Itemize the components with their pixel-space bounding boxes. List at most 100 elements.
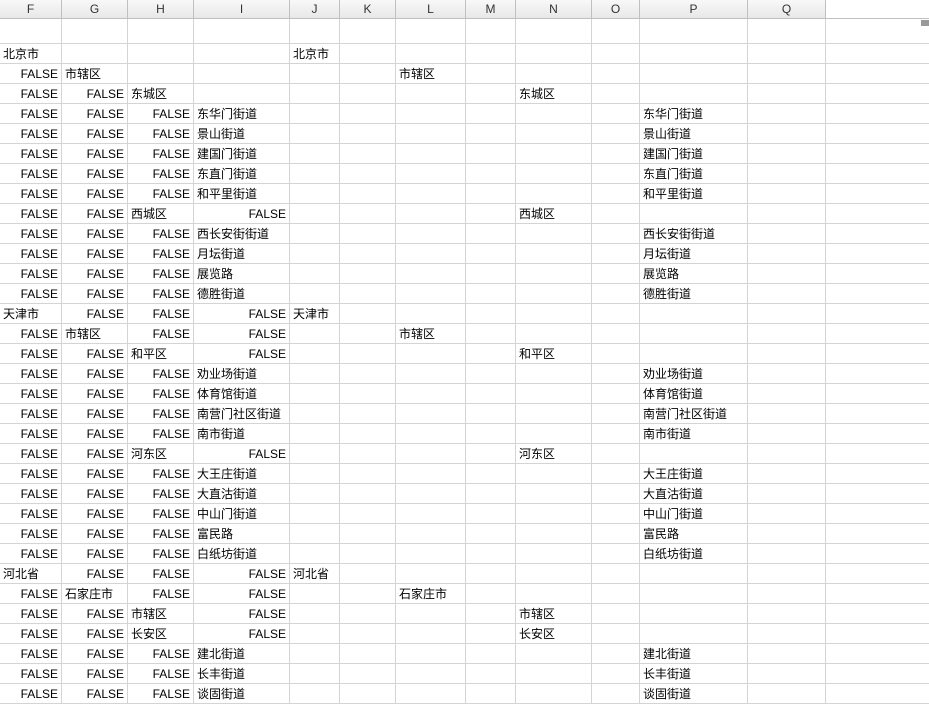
cell-I-32[interactable]: 建北街道: [194, 644, 290, 663]
cell-F-31[interactable]: FALSE: [0, 624, 62, 643]
cell-M-15[interactable]: [466, 304, 516, 323]
cell-F-4[interactable]: FALSE: [0, 84, 62, 103]
cell-J-26[interactable]: [290, 524, 340, 543]
cell-K-20[interactable]: [340, 404, 396, 423]
cell-N-26[interactable]: [516, 524, 592, 543]
cell-L-24[interactable]: [396, 484, 466, 503]
cell-J-16[interactable]: [290, 324, 340, 343]
cell-O-12[interactable]: [592, 244, 640, 263]
cell-Q-30[interactable]: [748, 604, 826, 623]
cell-K-3[interactable]: [340, 64, 396, 83]
cell-M-8[interactable]: [466, 164, 516, 183]
col-header-L[interactable]: L: [396, 0, 466, 18]
cell-L-29[interactable]: 石家庄市: [396, 584, 466, 603]
cell-I-14[interactable]: 德胜街道: [194, 284, 290, 303]
cell-L-14[interactable]: [396, 284, 466, 303]
cell-Q-11[interactable]: [748, 224, 826, 243]
cell-N-20[interactable]: [516, 404, 592, 423]
cell-Q-27[interactable]: [748, 544, 826, 563]
cell-F-5[interactable]: FALSE: [0, 104, 62, 123]
cell-M-28[interactable]: [466, 564, 516, 583]
cell-H-15[interactable]: FALSE: [128, 304, 194, 323]
cell-P-28[interactable]: [640, 564, 748, 583]
cell-F-7[interactable]: FALSE: [0, 144, 62, 163]
cell-K-10[interactable]: [340, 204, 396, 223]
cell-P-23[interactable]: 大王庄街道: [640, 464, 748, 483]
cell-I-22[interactable]: FALSE: [194, 444, 290, 463]
cell-H-10[interactable]: 西城区: [128, 204, 194, 223]
cell-Q-29[interactable]: [748, 584, 826, 603]
cell-J-3[interactable]: [290, 64, 340, 83]
cell-K-19[interactable]: [340, 384, 396, 403]
cell-N-1[interactable]: [516, 19, 592, 43]
cell-P-11[interactable]: 西长安街街道: [640, 224, 748, 243]
cell-M-1[interactable]: [466, 19, 516, 43]
cell-H-11[interactable]: FALSE: [128, 224, 194, 243]
cell-H-12[interactable]: FALSE: [128, 244, 194, 263]
cell-H-30[interactable]: 市辖区: [128, 604, 194, 623]
cell-I-15[interactable]: FALSE: [194, 304, 290, 323]
cell-O-13[interactable]: [592, 264, 640, 283]
cell-H-28[interactable]: FALSE: [128, 564, 194, 583]
cell-O-18[interactable]: [592, 364, 640, 383]
col-header-H[interactable]: H: [128, 0, 194, 18]
cell-Q-10[interactable]: [748, 204, 826, 223]
cell-O-10[interactable]: [592, 204, 640, 223]
cell-L-18[interactable]: [396, 364, 466, 383]
cell-F-13[interactable]: FALSE: [0, 264, 62, 283]
cell-M-17[interactable]: [466, 344, 516, 363]
cell-L-10[interactable]: [396, 204, 466, 223]
cell-I-16[interactable]: FALSE: [194, 324, 290, 343]
cell-L-12[interactable]: [396, 244, 466, 263]
cell-N-9[interactable]: [516, 184, 592, 203]
cell-F-8[interactable]: FALSE: [0, 164, 62, 183]
cell-J-6[interactable]: [290, 124, 340, 143]
cell-F-1[interactable]: [0, 19, 62, 43]
cell-I-10[interactable]: FALSE: [194, 204, 290, 223]
cell-K-24[interactable]: [340, 484, 396, 503]
cell-Q-4[interactable]: [748, 84, 826, 103]
cell-Q-6[interactable]: [748, 124, 826, 143]
cell-L-6[interactable]: [396, 124, 466, 143]
cell-L-28[interactable]: [396, 564, 466, 583]
cell-L-7[interactable]: [396, 144, 466, 163]
cell-F-33[interactable]: FALSE: [0, 664, 62, 683]
cell-I-29[interactable]: FALSE: [194, 584, 290, 603]
cell-N-3[interactable]: [516, 64, 592, 83]
cell-F-11[interactable]: FALSE: [0, 224, 62, 243]
cell-I-8[interactable]: 东直门街道: [194, 164, 290, 183]
cell-H-19[interactable]: FALSE: [128, 384, 194, 403]
cell-J-33[interactable]: [290, 664, 340, 683]
cell-M-4[interactable]: [466, 84, 516, 103]
cell-H-34[interactable]: FALSE: [128, 684, 194, 703]
cell-M-14[interactable]: [466, 284, 516, 303]
cell-K-6[interactable]: [340, 124, 396, 143]
cell-O-3[interactable]: [592, 64, 640, 83]
cell-L-22[interactable]: [396, 444, 466, 463]
cell-H-24[interactable]: FALSE: [128, 484, 194, 503]
cell-F-27[interactable]: FALSE: [0, 544, 62, 563]
cell-G-14[interactable]: FALSE: [62, 284, 128, 303]
cell-I-33[interactable]: 长丰街道: [194, 664, 290, 683]
cell-J-27[interactable]: [290, 544, 340, 563]
cell-P-21[interactable]: 南市街道: [640, 424, 748, 443]
cell-G-8[interactable]: FALSE: [62, 164, 128, 183]
cell-M-32[interactable]: [466, 644, 516, 663]
cell-Q-31[interactable]: [748, 624, 826, 643]
col-header-P[interactable]: P: [640, 0, 748, 18]
cell-L-33[interactable]: [396, 664, 466, 683]
cell-N-21[interactable]: [516, 424, 592, 443]
cell-M-20[interactable]: [466, 404, 516, 423]
cell-I-28[interactable]: FALSE: [194, 564, 290, 583]
cell-N-30[interactable]: 市辖区: [516, 604, 592, 623]
cell-M-13[interactable]: [466, 264, 516, 283]
cell-O-5[interactable]: [592, 104, 640, 123]
cell-H-1[interactable]: [128, 19, 194, 43]
cell-N-2[interactable]: [516, 44, 592, 63]
cell-H-5[interactable]: FALSE: [128, 104, 194, 123]
cell-J-15[interactable]: 天津市: [290, 304, 340, 323]
cell-M-19[interactable]: [466, 384, 516, 403]
cell-H-23[interactable]: FALSE: [128, 464, 194, 483]
cell-G-9[interactable]: FALSE: [62, 184, 128, 203]
cell-L-11[interactable]: [396, 224, 466, 243]
